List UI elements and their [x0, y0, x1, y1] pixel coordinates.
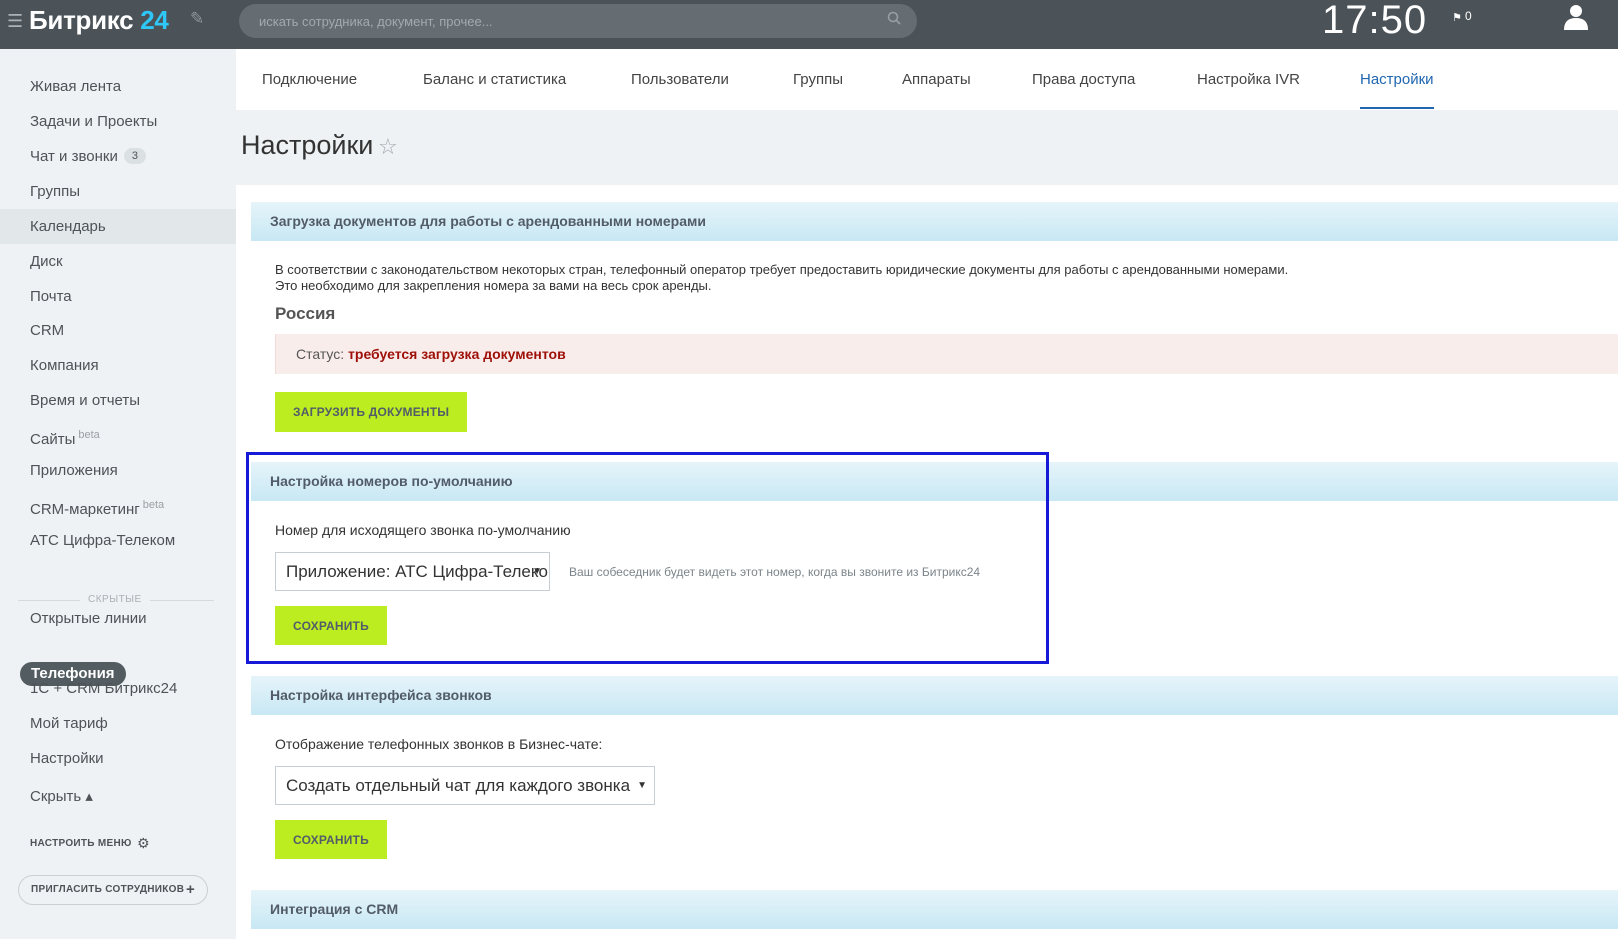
sidebar: Живая лента Задачи и Проекты Чат и звонк… — [0, 49, 236, 939]
documents-description-2: Это необходимо для закрепления номера за… — [275, 278, 712, 293]
tab-balance[interactable]: Баланс и статистика — [423, 71, 566, 109]
pencil-icon[interactable]: ✎ — [190, 9, 204, 29]
tab-users[interactable]: Пользователи — [631, 71, 729, 109]
chat-display-label: Отображение телефонных звонков в Бизнес-… — [275, 736, 603, 752]
sidebar-item-crm[interactable]: CRM — [0, 313, 236, 348]
dropdown-caret-icon: ▼ — [637, 780, 647, 791]
plus-icon: + — [185, 881, 195, 898]
upload-documents-button[interactable]: Загрузить документы — [275, 392, 468, 432]
configure-menu-link[interactable]: Настроить меню — [30, 838, 132, 849]
sidebar-item-applications[interactable]: Приложения — [0, 453, 236, 488]
crm-integration-section-header: Интеграция с CRM — [251, 890, 1618, 929]
logo[interactable]: Битрикс 24 — [29, 5, 169, 36]
tab-access-rights[interactable]: Права доступа — [1032, 71, 1135, 109]
tab-ivr[interactable]: Настройка IVR — [1197, 71, 1300, 109]
chat-count-badge: 3 — [123, 148, 146, 164]
flag-count: 0 — [1465, 9, 1472, 23]
gear-icon[interactable]: ⚙ — [137, 835, 150, 852]
sidebar-item-ats[interactable]: АТС Цифра-Телеком — [0, 523, 236, 558]
sidebar-item-my-plan[interactable]: Мой тариф — [0, 706, 236, 741]
hamburger-menu-icon[interactable]: ☰ — [7, 12, 23, 30]
logo-text: Битрикс — [29, 5, 134, 35]
sidebar-item-live-feed[interactable]: Живая лента — [0, 69, 236, 104]
logo-number: 24 — [140, 5, 169, 35]
sidebar-item-chat[interactable]: Чат и звонки 3 — [0, 139, 236, 174]
status-label: Статус: — [296, 346, 345, 362]
sidebar-item-settings[interactable]: Настройки — [0, 741, 236, 776]
tab-settings[interactable]: Настройки — [1360, 71, 1434, 109]
chat-display-select[interactable]: Создать отдельный чат для каждого звонка… — [275, 766, 655, 805]
save-call-interface-button[interactable]: Сохранить — [275, 820, 387, 859]
sidebar-item-open-lines[interactable]: Открытые линии — [0, 601, 236, 636]
sidebar-item-company[interactable]: Компания — [0, 348, 236, 383]
highlight-frame — [246, 452, 1049, 664]
sidebar-item-1c-crm[interactable]: 1С + CRM Битрикс24 — [0, 671, 236, 706]
status-box: Статус: требуется загрузка документов — [275, 334, 1618, 374]
sidebar-item-tasks[interactable]: Задачи и Проекты — [0, 104, 236, 139]
documents-description-1: В соответствии с законодательством некот… — [275, 262, 1289, 277]
search-input[interactable] — [239, 4, 917, 38]
tab-bar: Подключение Баланс и статистика Пользова… — [236, 49, 1618, 110]
sidebar-item-groups[interactable]: Группы — [0, 174, 236, 209]
sidebar-item-crm-marketing[interactable]: CRM-маркетинг beta — [0, 488, 236, 523]
clock[interactable]: 17:50 — [1322, 0, 1427, 43]
search-icon[interactable] — [887, 11, 901, 25]
sidebar-item-disk[interactable]: Диск — [0, 244, 236, 279]
page-title: Настройки — [241, 130, 374, 160]
call-interface-section-header: Настройка интерфейса звонков — [251, 676, 1618, 715]
user-avatar-icon[interactable] — [1563, 3, 1589, 31]
beta-label: beta — [142, 499, 165, 511]
sidebar-item-time-reports[interactable]: Время и отчеты — [0, 383, 236, 418]
sidebar-item-sites[interactable]: Сайты beta — [0, 418, 236, 453]
sidebar-item-calendar[interactable]: Календарь — [0, 209, 236, 244]
beta-label: beta — [78, 429, 100, 441]
tab-connection[interactable]: Подключение — [262, 71, 357, 109]
status-value: требуется загрузка документов — [348, 346, 566, 362]
country-heading: Россия — [275, 304, 336, 323]
invite-employees-button[interactable]: Пригласить сотрудников + — [18, 875, 208, 905]
tab-groups[interactable]: Группы — [793, 71, 843, 109]
tab-devices[interactable]: Аппараты — [902, 71, 971, 109]
star-icon[interactable]: ☆ — [378, 134, 398, 160]
sidebar-item-mail[interactable]: Почта — [0, 279, 236, 314]
sidebar-item-hide[interactable]: Скрыть ▴ — [0, 779, 236, 814]
top-bar: ☰ Битрикс 24 ✎ 17:50 ⚑ 0 — [0, 0, 1618, 49]
flag-icon[interactable]: ⚑ — [1452, 11, 1462, 24]
documents-section-header: Загрузка документов для работы с арендов… — [251, 202, 1618, 241]
